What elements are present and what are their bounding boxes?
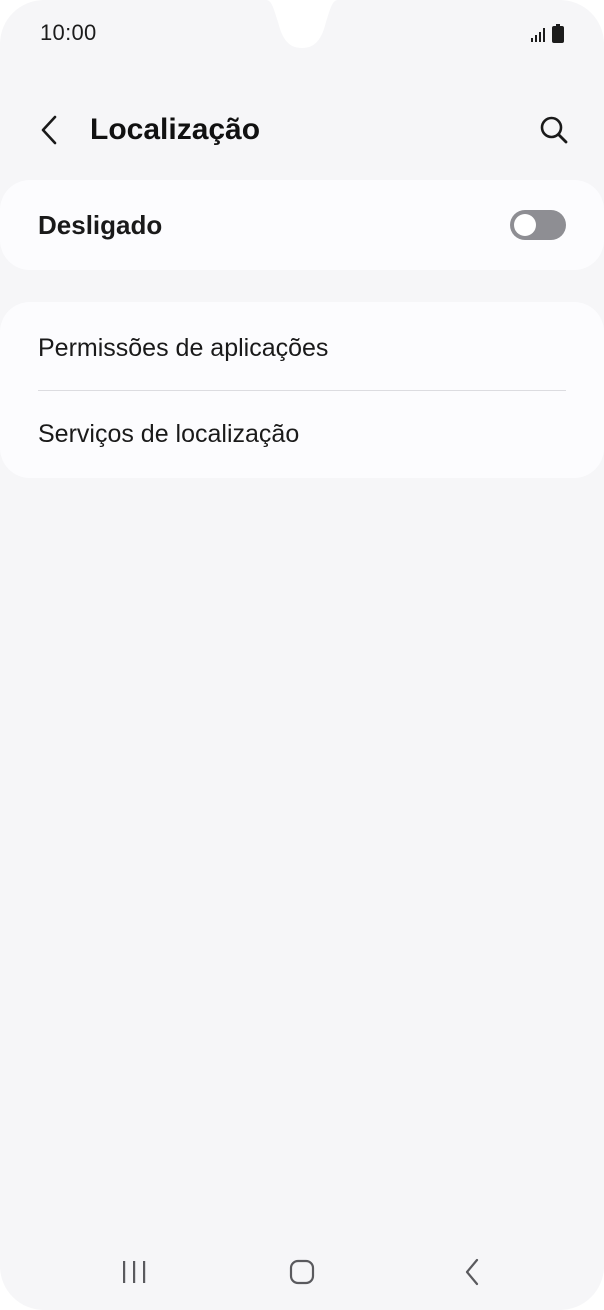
signal-icon: [531, 28, 545, 42]
location-menu-card: Permissões de aplicações Serviços de loc…: [0, 302, 604, 478]
menu-item-label: Serviços de localização: [38, 420, 300, 448]
menu-item-location-services[interactable]: Serviços de localização: [0, 390, 604, 478]
status-icons: [530, 23, 564, 43]
location-toggle-label: Desligado: [38, 210, 163, 240]
recents-button[interactable]: [104, 1252, 164, 1292]
back-button[interactable]: [30, 110, 70, 150]
switch-knob: [514, 214, 536, 236]
status-time: 10:00: [40, 20, 97, 45]
home-icon: [289, 1259, 315, 1285]
page-title: Localização: [90, 113, 261, 146]
status-bar: 10:00: [0, 0, 604, 70]
menu-item-app-permissions[interactable]: Permissões de aplicações: [0, 302, 604, 390]
nav-back-button[interactable]: [442, 1252, 502, 1292]
search-icon: [540, 116, 568, 144]
camera-notch: [266, 0, 338, 48]
app-header: Localização: [0, 96, 604, 166]
navigation-bar: [0, 1240, 604, 1306]
recents-icon: [123, 1261, 146, 1283]
chevron-left-icon: [41, 115, 57, 145]
menu-item-label: Permissões de aplicações: [38, 334, 329, 362]
screen: 10:00 Localização Desligado Permissões d…: [0, 0, 604, 1310]
location-switch[interactable]: [510, 210, 566, 240]
back-icon: [465, 1258, 479, 1286]
home-button[interactable]: [272, 1252, 332, 1292]
battery-icon: [552, 24, 564, 43]
search-button[interactable]: [534, 110, 574, 150]
